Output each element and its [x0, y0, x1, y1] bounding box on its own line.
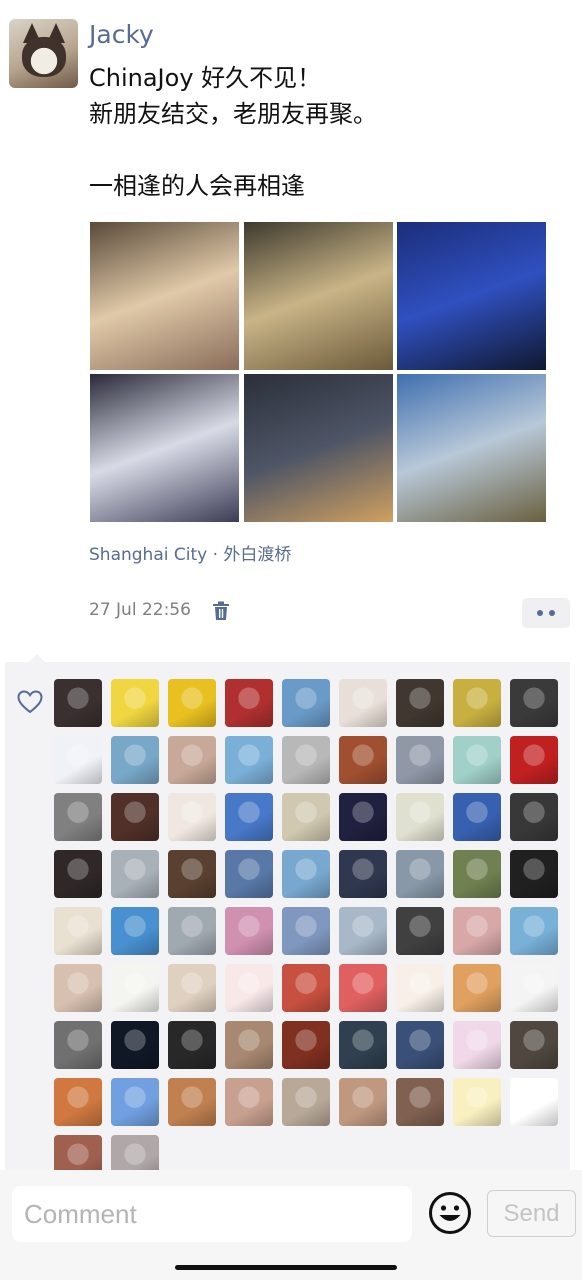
liker-avatar[interactable]	[396, 679, 444, 727]
liker-avatar[interactable]	[111, 964, 159, 1012]
liker-avatar[interactable]	[453, 1078, 501, 1126]
liker-avatar[interactable]	[168, 736, 216, 784]
liker-avatar[interactable]	[54, 850, 102, 898]
liker-avatar[interactable]	[396, 850, 444, 898]
liker-avatar[interactable]	[225, 907, 273, 955]
liker-avatar[interactable]	[510, 1021, 558, 1069]
liker-avatar[interactable]	[510, 736, 558, 784]
liker-avatar[interactable]	[111, 1021, 159, 1069]
heart-icon	[17, 690, 43, 714]
liker-avatar[interactable]	[54, 793, 102, 841]
liker-avatar[interactable]	[453, 850, 501, 898]
panel-discussion-photo[interactable]	[90, 374, 239, 522]
sunset-clouds-photo[interactable]	[397, 374, 546, 522]
post-text: ChinaJoy 好久不见！ 新朋友结交，老朋友再聚。 一相逢的人会再相逢	[89, 64, 377, 200]
banquet-hall-photo[interactable]	[243, 222, 393, 370]
liker-avatar[interactable]	[396, 964, 444, 1012]
liker-avatar[interactable]	[282, 793, 330, 841]
liker-avatar[interactable]	[111, 793, 159, 841]
liker-avatar[interactable]	[282, 736, 330, 784]
more-options-button[interactable]	[522, 598, 570, 628]
liker-avatar[interactable]	[339, 1021, 387, 1069]
liker-avatar[interactable]	[54, 679, 102, 727]
liker-avatar[interactable]	[111, 1078, 159, 1126]
location-link[interactable]: Shanghai City · 外白渡桥	[89, 540, 291, 565]
liker-avatar[interactable]	[339, 1078, 387, 1126]
conference-stage-photo[interactable]	[397, 222, 546, 370]
shanghai-night-skyline-photo[interactable]	[243, 374, 393, 522]
comment-input[interactable]	[12, 1186, 412, 1242]
send-button[interactable]: Send	[487, 1190, 576, 1237]
post-timestamp: 27 Jul 22:56	[89, 600, 191, 620]
author-avatar[interactable]	[9, 19, 78, 88]
liker-avatar[interactable]	[168, 907, 216, 955]
liker-avatar[interactable]	[453, 793, 501, 841]
liker-avatar[interactable]	[510, 679, 558, 727]
liker-avatar[interactable]	[168, 850, 216, 898]
liker-avatar[interactable]	[54, 964, 102, 1012]
liker-avatar[interactable]	[510, 964, 558, 1012]
liker-avatar[interactable]	[282, 850, 330, 898]
home-indicator	[175, 1265, 397, 1270]
liker-avatar[interactable]	[168, 793, 216, 841]
photo-grid	[90, 222, 546, 522]
group-selfie-photo[interactable]	[90, 222, 239, 370]
liker-avatar[interactable]	[168, 1078, 216, 1126]
liker-avatar[interactable]	[111, 736, 159, 784]
liker-avatar[interactable]	[453, 964, 501, 1012]
liker-avatar[interactable]	[453, 1021, 501, 1069]
liker-avatar[interactable]	[111, 907, 159, 955]
liker-avatar[interactable]	[282, 1078, 330, 1126]
trash-icon[interactable]	[212, 601, 230, 621]
dot-icon	[537, 610, 543, 616]
liker-avatar[interactable]	[225, 850, 273, 898]
liker-avatar[interactable]	[225, 964, 273, 1012]
liker-avatar[interactable]	[339, 736, 387, 784]
author-name[interactable]: Jacky	[89, 20, 154, 49]
liker-avatar[interactable]	[225, 793, 273, 841]
liker-avatar[interactable]	[510, 1078, 558, 1126]
liker-avatar[interactable]	[396, 1078, 444, 1126]
liker-avatar[interactable]	[54, 1021, 102, 1069]
liker-avatar[interactable]	[225, 1021, 273, 1069]
emoji-icon[interactable]	[428, 1191, 472, 1235]
liker-avatar[interactable]	[282, 907, 330, 955]
liker-avatar[interactable]	[510, 793, 558, 841]
liker-avatar[interactable]	[111, 850, 159, 898]
liker-avatar[interactable]	[453, 679, 501, 727]
liker-avatar[interactable]	[510, 907, 558, 955]
liker-avatar[interactable]	[510, 850, 558, 898]
liker-avatar[interactable]	[282, 679, 330, 727]
liker-avatar[interactable]	[396, 793, 444, 841]
liker-avatar[interactable]	[282, 964, 330, 1012]
liker-avatar[interactable]	[339, 850, 387, 898]
liker-avatar[interactable]	[339, 907, 387, 955]
dot-icon	[549, 610, 555, 616]
liker-avatar[interactable]	[453, 907, 501, 955]
liker-avatar[interactable]	[282, 1021, 330, 1069]
liker-avatar[interactable]	[396, 1021, 444, 1069]
liker-avatar[interactable]	[168, 1021, 216, 1069]
liker-avatar[interactable]	[339, 793, 387, 841]
liker-avatar[interactable]	[168, 964, 216, 1012]
liker-avatar[interactable]	[54, 736, 102, 784]
liker-avatar[interactable]	[396, 736, 444, 784]
liker-avatar[interactable]	[225, 1078, 273, 1126]
liker-avatar[interactable]	[225, 679, 273, 727]
liker-avatar[interactable]	[168, 679, 216, 727]
liker-avatar[interactable]	[54, 1078, 102, 1126]
likes-panel	[5, 654, 570, 1183]
liker-avatar[interactable]	[453, 736, 501, 784]
liker-avatar[interactable]	[339, 679, 387, 727]
liker-avatar[interactable]	[111, 679, 159, 727]
liker-avatar[interactable]	[396, 907, 444, 955]
liker-avatar[interactable]	[54, 907, 102, 955]
liker-avatar[interactable]	[339, 964, 387, 1012]
liker-avatar[interactable]	[225, 736, 273, 784]
